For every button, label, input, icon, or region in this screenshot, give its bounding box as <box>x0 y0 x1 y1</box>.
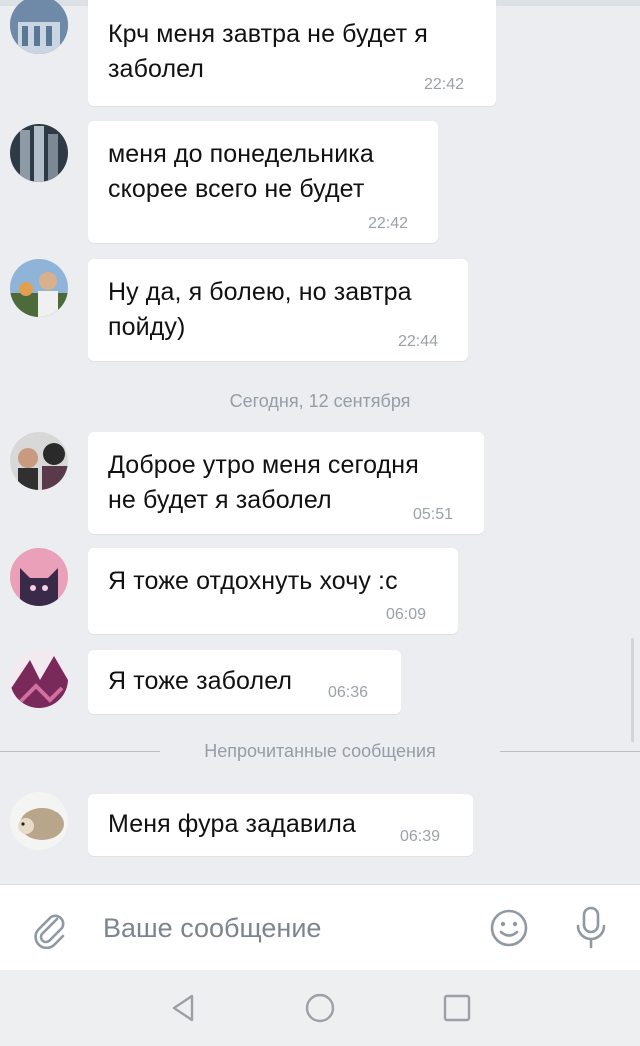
message-bubble[interactable]: Я тоже отдохнуть хочу :с 06:09 <box>88 548 458 634</box>
avatar-photo-icon <box>10 432 68 490</box>
date-separator: Сегодня, 12 сентября <box>229 391 411 411</box>
message-text: Крч меня завтра не будет я заболел <box>108 20 428 83</box>
avatar[interactable] <box>10 124 68 182</box>
message-6: Я тоже заболел 06:36 <box>0 650 640 714</box>
message-time: 06:36 <box>328 684 369 701</box>
message-2: меня до понедельника скорее всего не буд… <box>0 121 640 243</box>
nav-home-icon[interactable] <box>302 990 338 1026</box>
system-navigation-bar <box>0 970 640 1046</box>
avatar[interactable] <box>10 432 68 490</box>
message-time: 22:42 <box>368 215 409 232</box>
unread-line-right <box>500 751 640 752</box>
message-input-bar: Ваше сообщение <box>0 884 640 970</box>
avatar[interactable] <box>10 548 68 606</box>
avatar-photo-icon <box>10 548 68 606</box>
avatar-photo-icon <box>10 124 68 182</box>
avatar-photo-icon <box>10 792 68 850</box>
avatar-photo-icon <box>10 650 68 708</box>
nav-recents-icon[interactable] <box>439 990 475 1026</box>
message-bubble[interactable]: Я тоже заболел 06:36 <box>88 650 401 714</box>
message-text: Доброе утро меня сегодня не будет я забо… <box>108 451 419 514</box>
avatar[interactable] <box>10 650 68 708</box>
message-input[interactable]: Ваше сообщение <box>103 913 321 944</box>
scrollbar[interactable] <box>631 638 634 742</box>
message-time: 05:51 <box>413 506 454 523</box>
message-text: Я тоже отдохнуть хочу :с <box>108 567 398 595</box>
message-bubble[interactable]: Ну да, я болею, но завтра пойду) 22:44 <box>88 259 468 361</box>
avatar-photo-icon <box>10 259 68 317</box>
avatar[interactable] <box>10 259 68 317</box>
message-bubble[interactable]: Крч меня завтра не будет я заболел 22:42 <box>88 0 496 106</box>
message-text: Меня фура задавила <box>108 810 356 838</box>
avatar[interactable] <box>10 792 68 850</box>
message-5: Я тоже отдохнуть хочу :с 06:09 <box>0 548 640 634</box>
message-time: 22:42 <box>424 76 465 93</box>
message-4: Доброе утро меня сегодня не будет я забо… <box>0 432 640 534</box>
message-text: меня до понедельника скорее всего не буд… <box>108 140 374 203</box>
message-time: 06:39 <box>400 828 441 845</box>
message-bubble[interactable]: меня до понедельника скорее всего не буд… <box>88 121 438 243</box>
message-3: Ну да, я болею, но завтра пойду) 22:44 <box>0 259 640 361</box>
message-text: Я тоже заболел <box>108 667 293 695</box>
message-7: Меня фура задавила 06:39 <box>0 792 640 856</box>
message-1: Крч меня завтра не будет я заболел 22:42 <box>0 0 640 106</box>
avatar-photo-icon <box>10 0 68 54</box>
smiley-icon[interactable] <box>489 908 529 953</box>
message-time: 22:44 <box>398 333 439 350</box>
avatar[interactable] <box>10 0 68 54</box>
message-text: Ну да, я болею, но завтра пойду) <box>108 278 412 341</box>
microphone-icon[interactable] <box>574 905 608 956</box>
message-bubble[interactable]: Меня фура задавила 06:39 <box>88 794 473 856</box>
nav-back-icon[interactable] <box>166 990 202 1026</box>
paperclip-icon[interactable] <box>30 909 70 954</box>
message-bubble[interactable]: Доброе утро меня сегодня не будет я забо… <box>88 432 484 534</box>
chat-history: Крч меня завтра не будет я заболел 22:42… <box>0 0 640 884</box>
message-time: 06:09 <box>386 606 427 623</box>
